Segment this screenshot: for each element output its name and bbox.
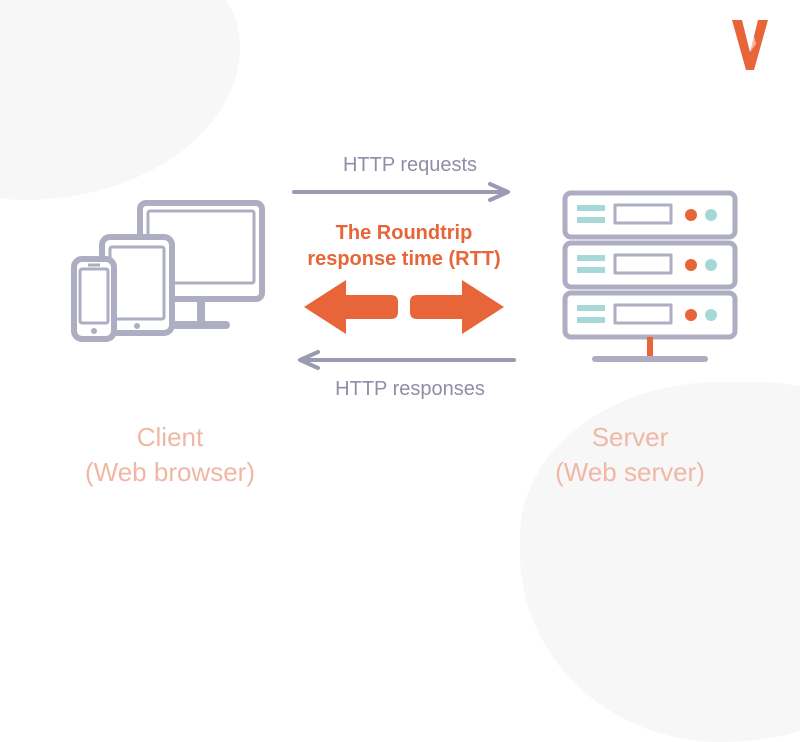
rtt-title-line1: The Roundtrip [336, 222, 473, 244]
server-icon [555, 185, 745, 385]
rtt-title: The Roundtrip response time (RTT) [296, 220, 512, 272]
server-caption-line2: (Web server) [555, 457, 705, 487]
client-caption: Client (Web browser) [60, 420, 280, 490]
client-devices-icon [70, 195, 270, 355]
server-caption-line1: Server [592, 422, 669, 452]
server-caption: Server (Web server) [520, 420, 740, 490]
arrow-right-icon [290, 182, 518, 202]
client-caption-line2: (Web browser) [85, 457, 255, 487]
rtt-arrows-icon [296, 278, 512, 336]
http-responses-label: HTTP responses [310, 378, 510, 401]
http-requests-label: HTTP requests [310, 154, 510, 177]
diagram-content: HTTP requests The Roundtrip response tim… [0, 0, 800, 602]
client-caption-line1: Client [137, 422, 203, 452]
arrow-left-icon [290, 350, 518, 370]
rtt-title-line2: response time (RTT) [307, 248, 500, 270]
logo-icon [728, 18, 772, 74]
